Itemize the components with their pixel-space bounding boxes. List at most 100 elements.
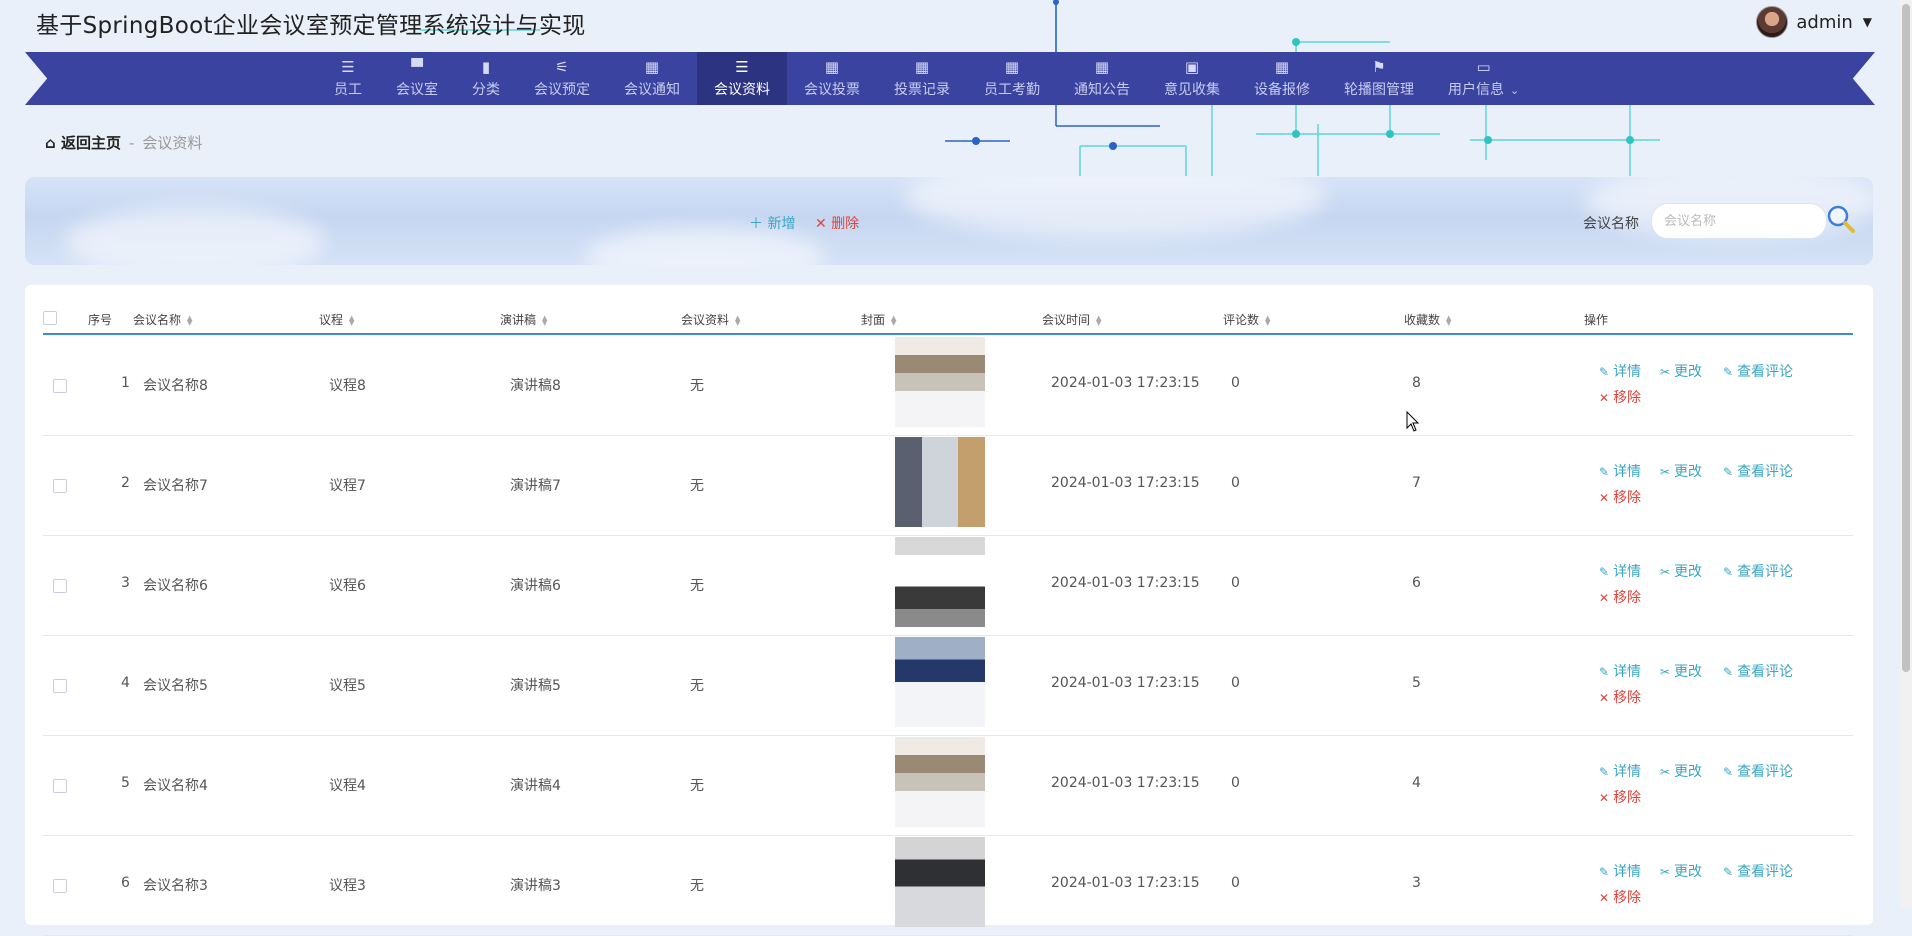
- column-header-agenda[interactable]: 议程 ▲ ▼: [319, 311, 354, 328]
- scrollbar-thumb[interactable]: [1902, 4, 1910, 672]
- breadcrumb-separator: -: [129, 133, 135, 152]
- detail-button[interactable]: ✎ 详情: [1599, 561, 1641, 581]
- column-header-cover[interactable]: 封面 ▲ ▼: [861, 311, 896, 328]
- nav-item-meeting-booking[interactable]: ⚟ 会议预定: [517, 52, 607, 105]
- cell-comment-count: 0: [1231, 575, 1240, 591]
- breadcrumb-home[interactable]: ⌂ 返回主页: [45, 132, 121, 153]
- breadcrumb-current: 会议资料: [142, 134, 203, 152]
- sort-icon[interactable]: ▲ ▼: [1446, 314, 1451, 326]
- detail-button[interactable]: ✎ 详情: [1599, 661, 1641, 681]
- remove-button[interactable]: ✕ 移除: [1599, 387, 1641, 407]
- view-comments-button[interactable]: ✎ 查看评论: [1723, 761, 1793, 781]
- grid-icon: ▦: [1274, 57, 1290, 76]
- avatar[interactable]: [1756, 6, 1789, 38]
- edit-button[interactable]: ✂ 更改: [1660, 561, 1702, 581]
- row-checkbox[interactable]: [53, 379, 67, 393]
- view-comments-button[interactable]: ✎ 查看评论: [1723, 861, 1793, 881]
- cover-image[interactable]: [895, 537, 985, 627]
- remove-button[interactable]: ✕ 移除: [1599, 487, 1641, 507]
- detail-button[interactable]: ✎ 详情: [1599, 461, 1641, 481]
- sort-icon[interactable]: ▲ ▼: [542, 314, 547, 326]
- grid-icon: ▦: [1094, 57, 1110, 76]
- edit-button[interactable]: ✂ 更改: [1660, 661, 1702, 681]
- sort-icon[interactable]: ▲ ▼: [349, 314, 354, 326]
- view-comments-button[interactable]: ✎ 查看评论: [1723, 361, 1793, 381]
- breadcrumb: ⌂ 返回主页 - 会议资料: [45, 132, 202, 153]
- nav-item-announcements[interactable]: ▦ 通知公告: [1057, 52, 1147, 105]
- view-comments-button[interactable]: ✎ 查看评论: [1723, 661, 1793, 681]
- username[interactable]: admin: [1796, 12, 1852, 33]
- row-checkbox[interactable]: [53, 479, 67, 493]
- cell-agenda: 议程4: [329, 778, 366, 794]
- nav-item-meeting-rooms[interactable]: ▀ 会议室: [379, 52, 455, 105]
- cell-speech: 演讲稿8: [510, 378, 561, 394]
- column-header-time[interactable]: 会议时间 ▲ ▼: [1042, 311, 1101, 328]
- row-checkbox[interactable]: [53, 779, 67, 793]
- detail-button[interactable]: ✎ 详情: [1599, 361, 1641, 381]
- cover-image[interactable]: [895, 337, 985, 427]
- view-comments-button[interactable]: ✎ 查看评论: [1723, 561, 1793, 581]
- grid-icon: ▦: [914, 57, 930, 76]
- remove-button[interactable]: ✕ 移除: [1599, 887, 1641, 907]
- sort-icon[interactable]: ▲ ▼: [735, 314, 740, 326]
- nav-item-repairs[interactable]: ▦ 设备报修: [1237, 52, 1327, 105]
- nav-item-attendance[interactable]: ▦ 员工考勤: [967, 52, 1057, 105]
- nav-item-meeting-materials[interactable]: ☰ 会议资料: [697, 52, 787, 105]
- caret-down-icon[interactable]: ▼: [1863, 15, 1872, 29]
- nav-item-meeting-vote[interactable]: ▦ 会议投票: [787, 52, 877, 105]
- cover-image[interactable]: [895, 737, 985, 827]
- cell-material: 无: [690, 378, 704, 394]
- row-checkbox[interactable]: [53, 579, 67, 593]
- nav-item-categories[interactable]: ▮ 分类: [455, 52, 517, 105]
- search-icon[interactable]: [1825, 203, 1857, 235]
- cell-meeting-name: 会议名称5: [143, 678, 208, 694]
- page-scrollbar[interactable]: [1900, 0, 1912, 908]
- cell-favorite-count: 6: [1412, 575, 1421, 591]
- delete-button[interactable]: ✕ 删除: [815, 213, 859, 233]
- nav-item-employees[interactable]: ☰ 员工: [317, 52, 379, 105]
- cell-meeting-name: 会议名称6: [143, 578, 208, 594]
- nav-item-user-info[interactable]: ▭ 用户信息 ⌄: [1431, 52, 1536, 105]
- edit-button[interactable]: ✂ 更改: [1660, 461, 1702, 481]
- detail-button[interactable]: ✎ 详情: [1599, 861, 1641, 881]
- column-header-comments[interactable]: 评论数 ▲ ▼: [1223, 311, 1270, 328]
- nav-item-carousel[interactable]: ⚑ 轮播图管理: [1327, 52, 1431, 105]
- nav-item-vote-records[interactable]: ▦ 投票记录: [877, 52, 967, 105]
- nav-item-meeting-notice[interactable]: ▦ 会议通知: [607, 52, 697, 105]
- edit-button[interactable]: ✂ 更改: [1660, 761, 1702, 781]
- edit-button[interactable]: ✂ 更改: [1660, 361, 1702, 381]
- edit-icon: ✂: [1660, 765, 1671, 779]
- remove-button[interactable]: ✕ 移除: [1599, 687, 1641, 707]
- sort-icon[interactable]: ▲ ▼: [891, 314, 896, 326]
- detail-button[interactable]: ✎ 详情: [1599, 761, 1641, 781]
- main-nav: ☰ 员工 ▀ 会议室 ▮ 分类 ⚟ 会议预定 ▦ 会议通知 ☰ 会议资料 ▦ 会议投票 ▦ 投票…: [25, 52, 1875, 105]
- select-all-checkbox[interactable]: [43, 311, 57, 325]
- remove-button[interactable]: ✕ 移除: [1599, 587, 1641, 607]
- cover-image[interactable]: [895, 437, 985, 527]
- column-header-material[interactable]: 会议资料 ▲ ▼: [681, 311, 740, 328]
- row-checkbox[interactable]: [53, 879, 67, 893]
- column-header-speech[interactable]: 演讲稿 ▲ ▼: [500, 311, 547, 328]
- cover-image[interactable]: [895, 637, 985, 727]
- column-header-name[interactable]: 会议名称 ▲ ▼: [133, 311, 192, 328]
- row-checkbox[interactable]: [53, 679, 67, 693]
- sort-icon[interactable]: ▲ ▼: [1096, 314, 1101, 326]
- column-header-favorites[interactable]: 收藏数 ▲ ▼: [1404, 311, 1451, 328]
- grid-icon: ▦: [1004, 57, 1020, 76]
- sort-icon[interactable]: ▲ ▼: [1265, 314, 1270, 326]
- nav-item-feedback[interactable]: ▣ 意见收集: [1147, 52, 1237, 105]
- add-button[interactable]: ＋ 新增: [749, 213, 795, 233]
- user-menu[interactable]: admin ▼: [1756, 6, 1872, 38]
- sort-icon[interactable]: ▲ ▼: [187, 314, 192, 326]
- edit-button[interactable]: ✂ 更改: [1660, 861, 1702, 881]
- cell-comment-count: 0: [1231, 475, 1240, 491]
- view-comments-button[interactable]: ✎ 查看评论: [1723, 461, 1793, 481]
- cell-meeting-name: 会议名称4: [143, 778, 208, 794]
- cell-meeting-time: 2024-01-03 17:23:15: [1051, 575, 1200, 591]
- remove-button[interactable]: ✕ 移除: [1599, 787, 1641, 807]
- table-row: 3 会议名称6 议程6 演讲稿6 无 2024-01-03 17:23:15 0…: [43, 535, 1853, 636]
- cover-image[interactable]: [895, 837, 985, 927]
- meeting-name-search-input[interactable]: [1651, 203, 1827, 239]
- detail-icon: ✎: [1599, 765, 1610, 779]
- comment-icon: ✎: [1723, 565, 1734, 579]
